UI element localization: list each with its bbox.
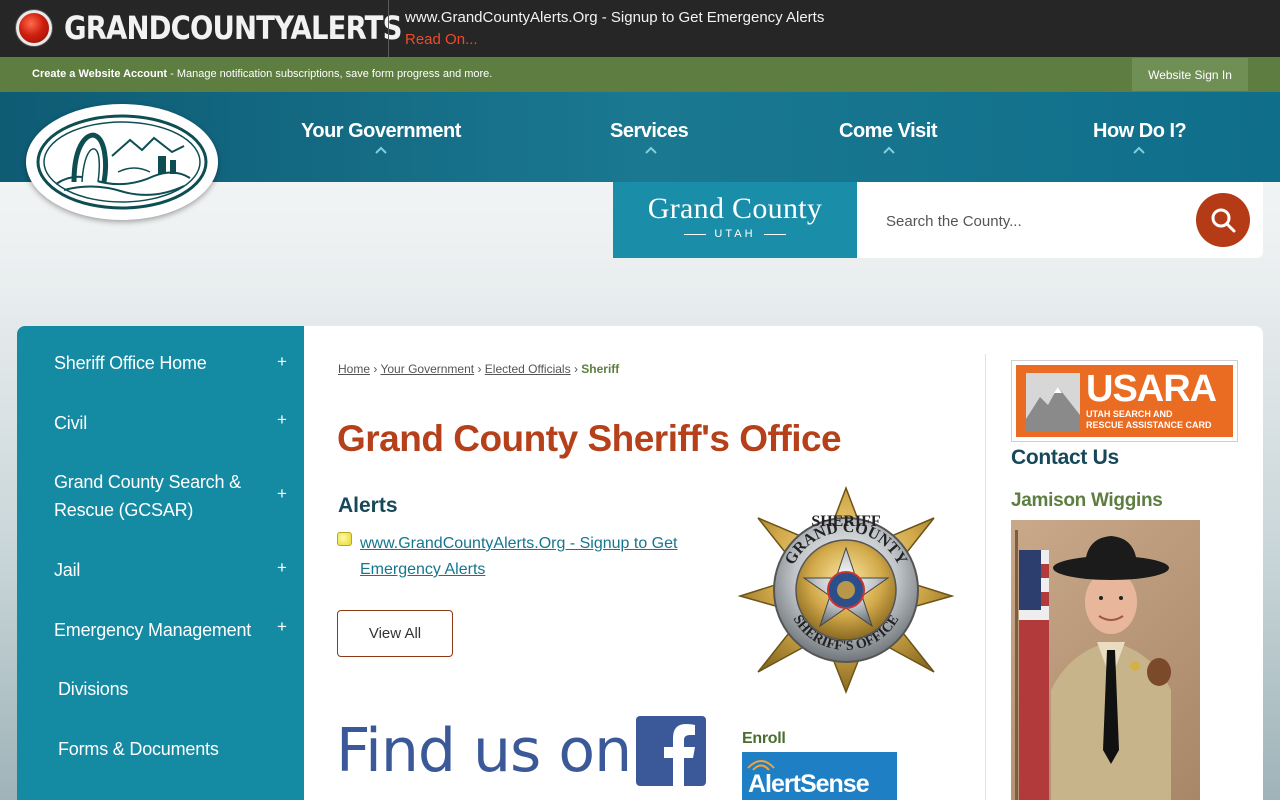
brand-subtitle: UTAH (613, 228, 857, 240)
arch-logo-icon (36, 114, 208, 210)
sheriff-photo (1011, 520, 1200, 800)
sheriff-badge-image: SHERIFF GRAND COUNTY SHERIFF'S OFFICE (738, 486, 954, 694)
usara-subtitle-line1: UTAH SEARCH AND (1086, 409, 1173, 419)
find-us-on-facebook-text[interactable]: Find us on (336, 716, 632, 786)
county-logo[interactable] (26, 104, 218, 220)
create-account-description: - Manage notification subscriptions, sav… (167, 68, 493, 80)
brand-title: Grand County (647, 192, 823, 225)
enroll-label: Enroll (742, 730, 786, 747)
sidebar-item-sheriff-office-home[interactable]: Sheriff Office Home (54, 349, 207, 377)
alertsense-logo-text: AlertSense (748, 770, 870, 798)
account-bar: Create a Website Account - Manage notifi… (0, 57, 1280, 92)
expand-plus-icon[interactable]: + (277, 410, 287, 430)
breadcrumb-home[interactable]: Home (338, 362, 370, 376)
usara-title: USARA (1086, 368, 1217, 410)
contact-person-name: Jamison Wiggins (1011, 490, 1163, 511)
breadcrumb-your-government[interactable]: Your Government (380, 362, 474, 376)
expand-plus-icon[interactable]: + (277, 617, 287, 637)
alert-brand-name: GRANDCOUNTYALERTS (64, 9, 402, 47)
search-input[interactable] (886, 208, 1176, 234)
sidebar-item-jail[interactable]: Jail (54, 556, 80, 584)
alert-read-on-link[interactable]: Read On... (405, 31, 478, 48)
alert-message[interactable]: www.GrandCountyAlerts.Org - Signup to Ge… (405, 9, 824, 26)
expand-plus-icon[interactable]: + (277, 558, 287, 578)
usara-banner-inner: USARA UTAH SEARCH AND RESCUE ASSISTANCE C… (1016, 365, 1233, 437)
chevron-up-icon (375, 146, 387, 154)
usara-subtitle-line2: RESCUE ASSISTANCE CARD (1086, 420, 1212, 430)
nav-services[interactable]: Services (610, 120, 689, 143)
usara-subtitle: UTAH SEARCH AND RESCUE ASSISTANCE CARD (1086, 409, 1212, 431)
facebook-icon[interactable] (636, 716, 706, 786)
sidebar-item-divisions[interactable]: Divisions (58, 675, 128, 703)
breadcrumb-separator: › (477, 362, 482, 376)
sidebar-item-emergency-management[interactable]: Emergency Management (54, 616, 251, 644)
usara-banner[interactable]: USARA UTAH SEARCH AND RESCUE ASSISTANCE C… (1011, 360, 1238, 442)
sidebar-nav: Sheriff Office Home + Civil + Grand Coun… (17, 326, 304, 800)
breadcrumb-separator: › (573, 362, 578, 376)
facebook-logo (664, 724, 695, 786)
nav-your-government[interactable]: Your Government (301, 120, 461, 143)
chevron-up-icon (883, 146, 895, 154)
nav-how-do-i[interactable]: How Do I? (1093, 120, 1187, 143)
contact-us-heading: Contact Us (1011, 446, 1119, 469)
mountain-icon (1026, 373, 1080, 431)
expand-plus-icon[interactable]: + (277, 484, 287, 504)
search-button[interactable] (1196, 193, 1250, 247)
breadcrumb: Home › Your Government › Elected Officia… (338, 362, 619, 376)
page-title: Grand County Sheriff's Office (337, 418, 842, 459)
breadcrumb-current: Sheriff (581, 362, 620, 376)
emergency-alert-bar: GRANDCOUNTYALERTS www.GrandCountyAlerts.… (0, 0, 1280, 57)
view-all-button[interactable]: View All (337, 610, 453, 657)
alerts-heading: Alerts (338, 494, 398, 517)
chevron-up-icon (645, 146, 657, 154)
sidebar-item-gcsar[interactable]: Grand County Search & Rescue (GCSAR) (54, 468, 254, 524)
brand-subtitle-text: UTAH (714, 228, 756, 240)
alertsense-banner[interactable]: AlertSense (742, 752, 897, 800)
column-divider (985, 354, 986, 800)
breadcrumb-separator: › (373, 362, 378, 376)
grand-county-brand[interactable]: Grand County UTAH (613, 182, 857, 258)
alert-bullet-icon (337, 532, 352, 546)
create-account-link[interactable]: Create a Website Account (32, 68, 167, 80)
sidebar-item-forms-documents[interactable]: Forms & Documents (58, 735, 219, 763)
alert-indicator-icon (16, 10, 52, 46)
breadcrumb-elected-officials[interactable]: Elected Officials (485, 362, 571, 376)
create-account-text[interactable]: Create a Website Account - Manage notifi… (32, 68, 492, 80)
nav-come-visit[interactable]: Come Visit (839, 120, 938, 143)
alert-divider (388, 0, 389, 57)
expand-plus-icon[interactable]: + (277, 352, 287, 372)
chevron-up-icon (1133, 146, 1145, 154)
search-icon (1211, 208, 1236, 233)
sidebar-item-civil[interactable]: Civil (54, 409, 87, 437)
alert-signup-link[interactable]: www.GrandCountyAlerts.Org - Signup to Ge… (360, 531, 700, 583)
website-sign-in-button[interactable]: Website Sign In (1132, 58, 1248, 91)
sheriff-portrait-image (1015, 530, 1171, 800)
